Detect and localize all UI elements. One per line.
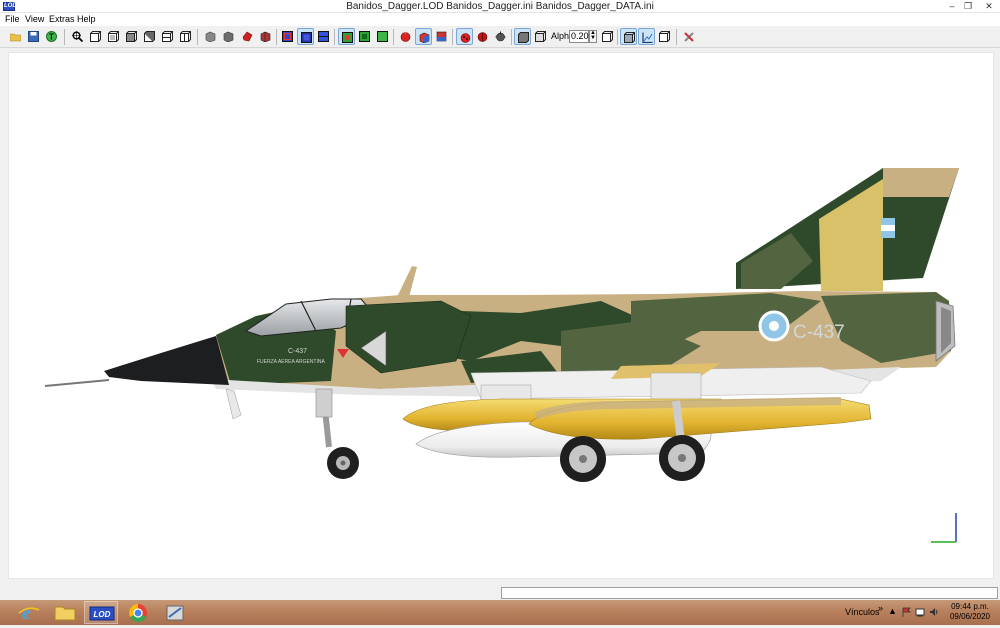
tail-fin (736, 168, 959, 291)
box-view-6-icon[interactable] (177, 28, 194, 45)
menu-file[interactable]: File (3, 13, 22, 26)
gray-cube-1-icon[interactable] (202, 28, 219, 45)
antenna (397, 266, 417, 297)
wire-box-2-icon[interactable] (599, 28, 616, 45)
menu-bar: File View Extras Help (0, 13, 1000, 26)
clock-date: 09/06/2020 (949, 612, 991, 621)
blue-cube-1-icon[interactable] (279, 28, 296, 45)
blue-cube-2-icon[interactable] (297, 28, 314, 45)
tray-arrow[interactable]: » (878, 603, 883, 613)
box-view-5-icon[interactable] (159, 28, 176, 45)
gear-dark-icon[interactable] (492, 28, 509, 45)
window-title: Banidos_Dagger.LOD Banidos_Dagger.ini Ba… (346, 1, 654, 12)
fuerza-aerea-text: FUERZA AEREA ARGENTINA (257, 359, 325, 365)
toolbar-separator (197, 29, 198, 45)
toolbar: T Alpha: 0.20 ▲ ▼ (0, 26, 1000, 48)
green-cube-2-icon[interactable] (356, 28, 373, 45)
open-folder-icon[interactable] (7, 28, 24, 45)
taskbar: e LOD Vínculos » ▲ 09:44 p.m. 09/06/2020 (0, 600, 1000, 625)
ladybug-2-icon[interactable] (474, 28, 491, 45)
nose-cone (104, 336, 229, 385)
shaded-box-icon[interactable] (620, 28, 637, 45)
menu-extras[interactable]: Extras (47, 13, 77, 26)
toolbar-separator (511, 29, 512, 45)
volume-icon[interactable] (929, 607, 939, 617)
system-clock[interactable]: 09:44 p.m. 09/06/2020 (945, 602, 995, 622)
close-button[interactable]: ✕ (978, 0, 1000, 12)
text-t-icon[interactable]: T (43, 28, 60, 45)
book-icon[interactable] (433, 28, 450, 45)
svg-text:e: e (22, 603, 31, 624)
box-view-4-icon[interactable] (141, 28, 158, 45)
network-icon[interactable] (915, 607, 925, 617)
save-icon[interactable] (25, 28, 42, 45)
red-apple-icon[interactable] (397, 28, 414, 45)
box-view-3-icon[interactable] (123, 28, 140, 45)
nose-gear (315, 388, 359, 479)
tray-overflow-icon[interactable]: ▲ (888, 606, 897, 616)
green-cube-1-icon[interactable] (338, 28, 355, 45)
aircraft-render: C-437 C-437 FUERZA AEREA ARGENTINA (44, 168, 959, 543)
main-gear-left (560, 436, 606, 482)
ladybug-1-icon[interactable] (456, 28, 473, 45)
toolbar-separator (276, 29, 277, 45)
explorer-icon[interactable] (48, 601, 82, 624)
axis-graph-icon[interactable] (638, 28, 655, 45)
toolbar-separator (334, 29, 335, 45)
chrome-icon[interactable] (121, 601, 155, 624)
green-cube-3-icon[interactable] (374, 28, 391, 45)
serial-number: C-437 (793, 322, 845, 343)
red-object-icon[interactable] (239, 28, 256, 45)
status-bar (0, 582, 1000, 600)
alpha-spinner[interactable]: ▲ ▼ (589, 30, 597, 43)
menu-help[interactable]: Help (75, 13, 98, 26)
pitot-probe (44, 379, 110, 387)
ie-icon[interactable]: e (12, 601, 46, 624)
svg-text:LOD: LOD (94, 610, 111, 619)
zoom-icon[interactable] (69, 28, 86, 45)
maximize-button[interactable]: ❐ (959, 0, 977, 12)
blue-cube-3-icon[interactable] (315, 28, 332, 45)
toolbar-separator (393, 29, 394, 45)
box-view-2-icon[interactable] (105, 28, 122, 45)
toolbar-separator (617, 29, 618, 45)
tool-app-icon[interactable] (158, 601, 192, 624)
svg-text:T: T (49, 33, 54, 42)
cube-dark-icon[interactable] (257, 28, 274, 45)
clock-time: 09:44 p.m. (951, 602, 989, 611)
toolbar-separator (452, 29, 453, 45)
menu-view[interactable]: View (23, 13, 46, 26)
box-outline-icon[interactable] (656, 28, 673, 45)
small-serial: C-437 (288, 348, 307, 355)
toolbar-separator (676, 29, 677, 45)
status-field (501, 587, 998, 599)
nose-fin (225, 388, 242, 420)
3d-viewport[interactable]: C-437 C-437 FUERZA AEREA ARGENTINA (8, 52, 994, 579)
color-cube-icon[interactable] (415, 28, 432, 45)
wire-box-icon[interactable] (532, 28, 549, 45)
box-view-1-icon[interactable] (87, 28, 104, 45)
alpha-input[interactable]: 0.20 (569, 30, 589, 43)
title-bar: LOD Banidos_Dagger.LOD Banidos_Dagger.in… (0, 0, 1000, 13)
lod-app-icon[interactable]: LOD (84, 601, 118, 624)
vinculos-toolbar[interactable]: Vínculos (845, 607, 880, 617)
toolbar-separator (64, 29, 65, 45)
gray-cube-2-icon[interactable] (220, 28, 237, 45)
solid-box-icon[interactable] (514, 28, 531, 45)
tools-icon[interactable] (681, 28, 698, 45)
flag-icon[interactable] (902, 607, 912, 617)
